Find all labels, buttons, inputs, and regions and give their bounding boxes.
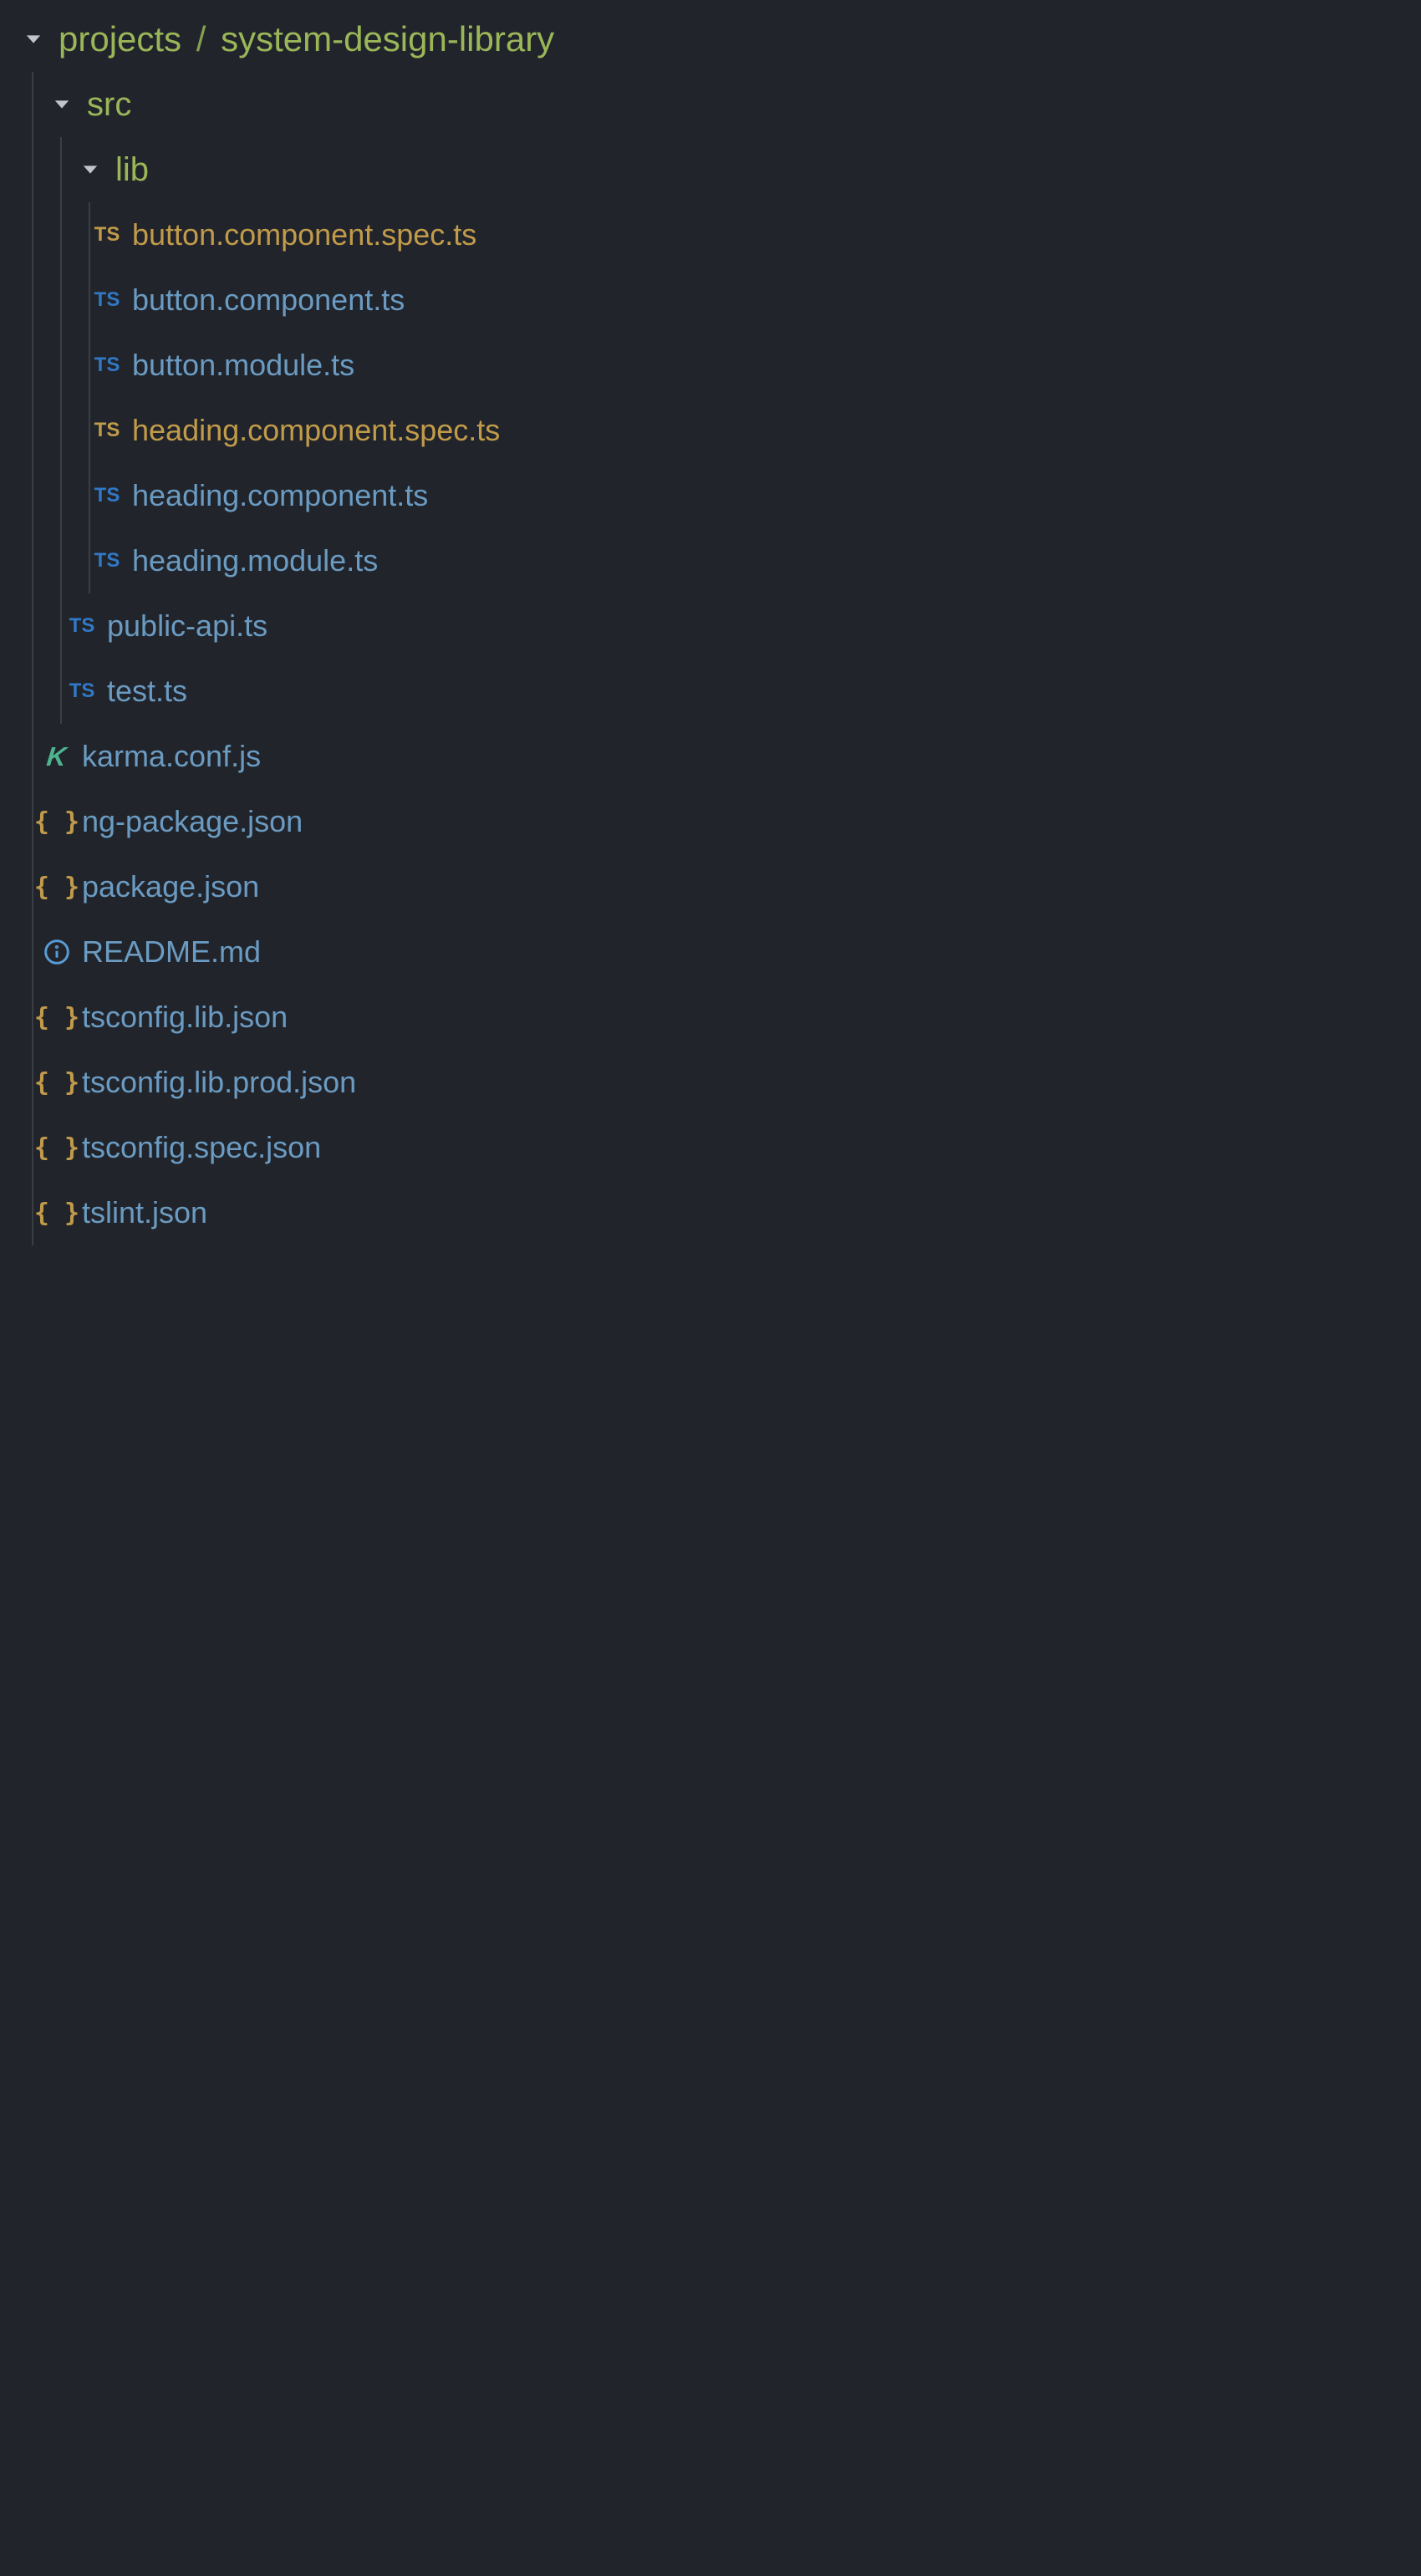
file-label: button.component.spec.ts (125, 217, 476, 252)
file-label: tsconfig.lib.json (75, 1000, 288, 1035)
file-label: public-api.ts (100, 608, 267, 644)
readme-info-icon (38, 919, 75, 985)
json-file-icon: { } (38, 985, 75, 1050)
file-row[interactable]: { } ng-package.json (0, 789, 1421, 854)
file-row[interactable]: README.md (0, 919, 1421, 985)
json-file-icon: { } (38, 854, 75, 919)
typescript-file-icon: TS (64, 659, 100, 724)
file-label: button.module.ts (125, 348, 354, 383)
file-label: package.json (75, 869, 259, 904)
file-row[interactable]: TS heading.module.ts (0, 528, 1421, 593)
json-file-icon: { } (38, 789, 75, 854)
json-file-icon: { } (38, 1115, 75, 1180)
file-row[interactable]: TS button.module.ts (0, 333, 1421, 398)
folder-label: lib (109, 151, 149, 189)
json-file-icon: { } (38, 1050, 75, 1115)
file-row[interactable]: { } tsconfig.lib.json (0, 985, 1421, 1050)
typescript-file-icon: TS (89, 398, 125, 463)
file-label: heading.component.ts (125, 478, 428, 513)
file-label: karma.conf.js (75, 739, 261, 774)
typescript-file-icon: TS (89, 202, 125, 267)
folder-row-root[interactable]: projects / system-design-library (0, 7, 1421, 72)
file-label: button.component.ts (125, 283, 405, 318)
file-row[interactable]: TS test.ts (0, 659, 1421, 724)
breadcrumb-separator: / (191, 19, 211, 59)
chevron-down-icon (43, 72, 80, 137)
file-label: tsconfig.lib.prod.json (75, 1065, 356, 1100)
folder-label: system-design-library (221, 19, 554, 59)
file-row[interactable]: TS heading.component.spec.ts (0, 398, 1421, 463)
file-explorer-tree: projects / system-design-library src lib… (0, 0, 1421, 1245)
folder-row-lib[interactable]: lib (0, 137, 1421, 202)
file-label: tsconfig.spec.json (75, 1130, 321, 1165)
file-label: README.md (75, 934, 261, 970)
karma-file-icon: K (38, 724, 75, 789)
file-row[interactable]: TS heading.component.ts (0, 463, 1421, 528)
folder-row-src[interactable]: src (0, 72, 1421, 137)
file-label: test.ts (100, 674, 187, 709)
file-row[interactable]: TS button.component.spec.ts (0, 202, 1421, 267)
folder-label: src (80, 86, 131, 124)
file-row[interactable]: TS button.component.ts (0, 267, 1421, 333)
chevron-down-icon (72, 137, 109, 202)
file-label: heading.module.ts (125, 543, 378, 578)
typescript-file-icon: TS (89, 333, 125, 398)
file-row[interactable]: { } tsconfig.spec.json (0, 1115, 1421, 1180)
typescript-file-icon: TS (89, 267, 125, 333)
typescript-file-icon: TS (89, 463, 125, 528)
typescript-file-icon: TS (64, 593, 100, 659)
file-row[interactable]: { } package.json (0, 854, 1421, 919)
file-label: heading.component.spec.ts (125, 413, 500, 448)
file-label: tslint.json (75, 1195, 207, 1230)
json-file-icon: { } (38, 1180, 75, 1245)
typescript-file-icon: TS (89, 528, 125, 593)
file-row[interactable]: { } tsconfig.lib.prod.json (0, 1050, 1421, 1115)
file-row[interactable]: K karma.conf.js (0, 724, 1421, 789)
file-row[interactable]: TS public-api.ts (0, 593, 1421, 659)
breadcrumb-prefix: projects (59, 19, 181, 59)
chevron-down-icon (15, 7, 52, 72)
file-label: ng-package.json (75, 804, 303, 839)
file-row[interactable]: { } tslint.json (0, 1180, 1421, 1245)
